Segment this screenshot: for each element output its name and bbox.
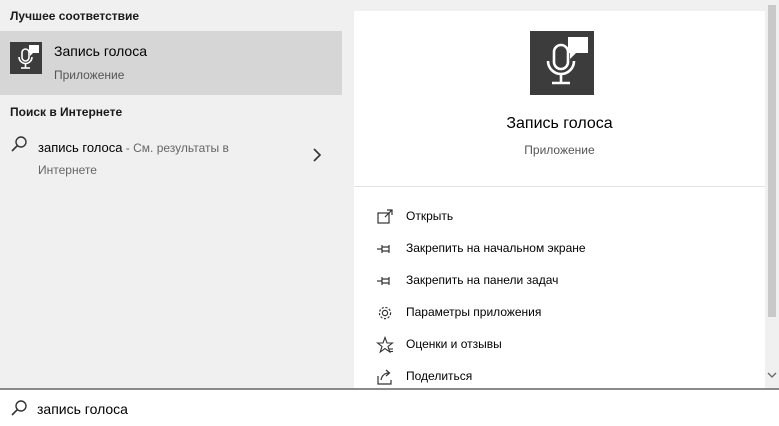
action-pin-taskbar[interactable]: Закрепить на панели задач xyxy=(354,265,765,297)
action-app-settings[interactable]: Параметры приложения xyxy=(354,297,765,329)
web-search-header: Поиск в Интернете xyxy=(10,105,123,119)
web-search-item[interactable]: запись голоса - См. результаты в Интерне… xyxy=(0,130,342,180)
web-search-text: запись голоса - См. результаты в Интерне… xyxy=(38,137,288,181)
preview-scrollbar[interactable] xyxy=(765,0,779,388)
pin-icon xyxy=(377,245,390,253)
action-label: Параметры приложения xyxy=(406,305,542,319)
best-match-subtitle: Приложение xyxy=(54,68,125,82)
preview-card: Запись голоса Приложение Открыть Закрепи… xyxy=(354,11,765,388)
action-label: Закрепить на панели задач xyxy=(406,273,559,287)
action-label: Открыть xyxy=(406,209,454,223)
search-icon xyxy=(11,136,27,152)
gear-icon xyxy=(378,306,392,320)
chevron-right-icon[interactable] xyxy=(312,148,322,162)
action-open[interactable]: Открыть xyxy=(354,201,765,233)
open-icon xyxy=(377,209,393,224)
scrollbar-thumb[interactable] xyxy=(768,5,776,317)
preview-subtitle: Приложение xyxy=(524,143,595,157)
search-input[interactable] xyxy=(37,396,757,422)
pin-icon xyxy=(377,277,390,285)
voice-recorder-app-icon xyxy=(10,42,42,74)
start-search-window: Лучшее соответствие Запись голоса Прилож… xyxy=(0,0,779,426)
best-match-header: Лучшее соответствие xyxy=(10,9,140,23)
action-label: Оценки и отзывы xyxy=(406,337,502,351)
action-label: Поделиться xyxy=(406,369,473,383)
voice-recorder-app-icon-large xyxy=(530,31,594,95)
best-match-title: Запись голоса xyxy=(54,43,148,59)
results-pane: Лучшее соответствие Запись голоса Прилож… xyxy=(0,0,342,388)
share-icon xyxy=(377,369,392,385)
star-icon xyxy=(376,336,394,354)
best-match-item[interactable]: Запись голоса Приложение xyxy=(0,31,342,95)
action-label: Закрепить на начальном экране xyxy=(406,241,586,255)
action-rate-review[interactable]: Оценки и отзывы xyxy=(354,329,765,361)
search-bar xyxy=(0,388,779,426)
scroll-down-arrow-icon[interactable] xyxy=(767,370,777,380)
action-pin-start[interactable]: Закрепить на начальном экране xyxy=(354,233,765,265)
web-search-query: запись голоса xyxy=(38,140,123,155)
preview-title: Запись голоса xyxy=(506,115,613,132)
search-icon xyxy=(11,400,27,416)
preview-header: Запись голоса Приложение xyxy=(354,11,765,187)
